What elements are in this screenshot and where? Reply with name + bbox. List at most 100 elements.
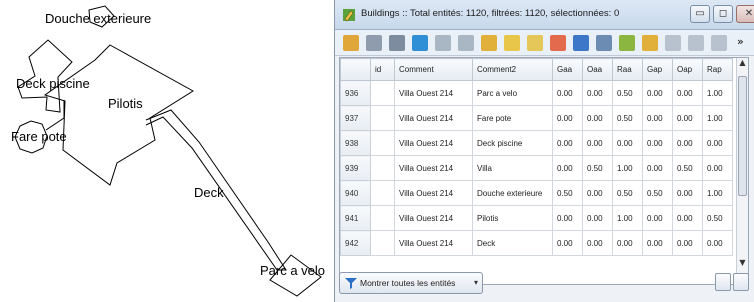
cell-raa[interactable]: 0.00 xyxy=(612,230,643,256)
cell-comment2[interactable]: Deck xyxy=(472,230,553,256)
pilotis-polygon[interactable] xyxy=(43,44,194,186)
column-header-comment[interactable]: Comment xyxy=(394,58,473,81)
cell-rap[interactable]: 0.50 xyxy=(702,205,733,231)
copy-rows-icon[interactable] xyxy=(665,35,681,51)
cell-oap[interactable]: 0.00 xyxy=(672,105,703,131)
table-row[interactable]: 938 Villa Ouest 214 Deck piscine 0.00 0.00 0.… xyxy=(340,130,733,156)
cell-id[interactable] xyxy=(370,205,395,231)
add-feature-icon[interactable] xyxy=(435,35,451,51)
table-row[interactable]: 937 Villa Ouest 214 Fare pote 0.00 0.00 0.50 0… xyxy=(340,105,733,131)
cell-comment2[interactable]: Pilotis xyxy=(472,205,553,231)
row-number-cell[interactable]: 941 xyxy=(340,205,371,231)
cell-oaa[interactable]: 0.00 xyxy=(582,230,613,256)
cell-comment[interactable]: Villa Ouest 214 xyxy=(394,230,473,256)
delete-feature-icon[interactable] xyxy=(458,35,474,51)
cell-oaa[interactable]: 0.00 xyxy=(582,180,613,206)
cell-gaa[interactable]: 0.00 xyxy=(552,105,583,131)
cell-comment2[interactable]: Fare pote xyxy=(472,105,553,131)
cell-raa[interactable]: 1.00 xyxy=(612,155,643,181)
cell-comment[interactable]: Villa Ouest 214 xyxy=(394,205,473,231)
cell-comment2[interactable]: Parc a velo xyxy=(472,80,553,106)
new-field-icon[interactable] xyxy=(711,35,727,51)
cell-comment2[interactable]: Douche exterieure xyxy=(472,180,553,206)
cell-gaa[interactable]: 0.00 xyxy=(552,230,583,256)
close-button[interactable]: ✕ xyxy=(736,5,754,23)
scroll-down-icon[interactable]: ▼ xyxy=(737,258,748,270)
filter-selection-icon[interactable] xyxy=(573,35,589,51)
toolbar-overflow-icon[interactable]: » xyxy=(737,35,753,51)
row-number-cell[interactable]: 942 xyxy=(340,230,371,256)
cell-id[interactable] xyxy=(370,180,395,206)
cell-oap[interactable]: 0.00 xyxy=(672,230,703,256)
cell-raa[interactable]: 0.50 xyxy=(612,180,643,206)
cell-id[interactable] xyxy=(370,80,395,106)
cell-raa[interactable]: 0.50 xyxy=(612,80,643,106)
column-header-oap[interactable]: Oap xyxy=(672,58,703,81)
cell-id[interactable] xyxy=(370,105,395,131)
cell-oaa[interactable]: 0.00 xyxy=(582,130,613,156)
column-header-oaa[interactable]: Oaa xyxy=(582,58,613,81)
pan-to-selection-icon[interactable] xyxy=(619,35,635,51)
cell-oap[interactable]: 0.00 xyxy=(672,180,703,206)
column-header-gaa[interactable]: Gaa xyxy=(552,58,583,81)
invert-selection-icon[interactable] xyxy=(527,35,543,51)
minimize-button[interactable]: ▭ xyxy=(690,5,710,23)
row-number-cell[interactable]: 940 xyxy=(340,180,371,206)
cell-gap[interactable]: 0.00 xyxy=(642,80,673,106)
cell-gaa[interactable]: 0.00 xyxy=(552,80,583,106)
toggle-editing-icon[interactable] xyxy=(343,35,359,51)
cell-gap[interactable]: 0.00 xyxy=(642,105,673,131)
reload-icon[interactable] xyxy=(412,35,428,51)
multi-edit-icon[interactable] xyxy=(366,35,382,51)
column-header-raa[interactable]: Raa xyxy=(612,58,643,81)
cell-raa[interactable]: 1.00 xyxy=(612,205,643,231)
window-titlebar[interactable]: Buildings :: Total entités: 1120, filtré… xyxy=(335,0,754,30)
cell-gap[interactable]: 0.00 xyxy=(642,230,673,256)
deselect-icon[interactable] xyxy=(550,35,566,51)
cell-gap[interactable]: 0.50 xyxy=(642,180,673,206)
vertical-scroll-thumb[interactable] xyxy=(738,76,747,196)
table-row[interactable]: 942 Villa Ouest 214 Deck 0.00 0.00 0.00 0.00 0.… xyxy=(340,230,733,256)
column-header-comment2[interactable]: Comment2 xyxy=(472,58,553,81)
maximize-button[interactable]: ◻ xyxy=(713,5,733,23)
save-edits-icon[interactable] xyxy=(389,35,405,51)
row-number-cell[interactable]: 938 xyxy=(340,130,371,156)
attribute-table[interactable]: id Comment Comment2 Gaa Oaa Raa Gap Oap … xyxy=(339,57,749,285)
paste-icon[interactable] xyxy=(688,35,704,51)
cell-comment2[interactable]: Villa xyxy=(472,155,553,181)
cell-rap[interactable]: 1.00 xyxy=(702,105,733,131)
column-header-rap[interactable]: Rap xyxy=(702,58,733,81)
cell-oaa[interactable]: 0.00 xyxy=(582,80,613,106)
cell-id[interactable] xyxy=(370,230,395,256)
cell-comment[interactable]: Villa Ouest 214 xyxy=(394,155,473,181)
row-number-cell[interactable]: 939 xyxy=(340,155,371,181)
cell-rap[interactable]: 1.00 xyxy=(702,180,733,206)
row-number-cell[interactable]: 936 xyxy=(340,80,371,106)
expression-select-icon[interactable] xyxy=(481,35,497,51)
cell-raa[interactable]: 0.00 xyxy=(612,130,643,156)
map-canvas[interactable]: Douche exterieure Deck piscine Pilotis F… xyxy=(0,0,330,302)
header-corner[interactable] xyxy=(340,58,371,81)
cell-id[interactable] xyxy=(370,155,395,181)
cell-rap[interactable]: 0.00 xyxy=(702,155,733,181)
form-view-icon[interactable] xyxy=(733,273,749,291)
cell-rap[interactable]: 0.00 xyxy=(702,130,733,156)
cell-oap[interactable]: 0.00 xyxy=(672,205,703,231)
cell-oap[interactable]: 0.00 xyxy=(672,130,703,156)
column-header-id[interactable]: id xyxy=(370,58,395,81)
zoom-to-selection-icon[interactable] xyxy=(642,35,658,51)
cell-oaa[interactable]: 0.50 xyxy=(582,155,613,181)
select-all-icon[interactable] xyxy=(504,35,520,51)
cell-gaa[interactable]: 0.50 xyxy=(552,180,583,206)
show-all-features-button[interactable]: Montrer toutes les entités ▾ xyxy=(339,272,483,294)
cell-oap[interactable]: 0.50 xyxy=(672,155,703,181)
cell-comment[interactable]: Villa Ouest 214 xyxy=(394,130,473,156)
table-row[interactable]: 936 Villa Ouest 214 Parc a velo 0.00 0.00 0.5… xyxy=(340,80,733,106)
cell-oaa[interactable]: 0.00 xyxy=(582,205,613,231)
scroll-up-icon[interactable]: ▲ xyxy=(737,58,748,70)
cell-rap[interactable]: 1.00 xyxy=(702,80,733,106)
cell-id[interactable] xyxy=(370,130,395,156)
cell-gap[interactable]: 0.00 xyxy=(642,130,673,156)
cell-gaa[interactable]: 0.00 xyxy=(552,205,583,231)
cell-comment[interactable]: Villa Ouest 214 xyxy=(394,105,473,131)
